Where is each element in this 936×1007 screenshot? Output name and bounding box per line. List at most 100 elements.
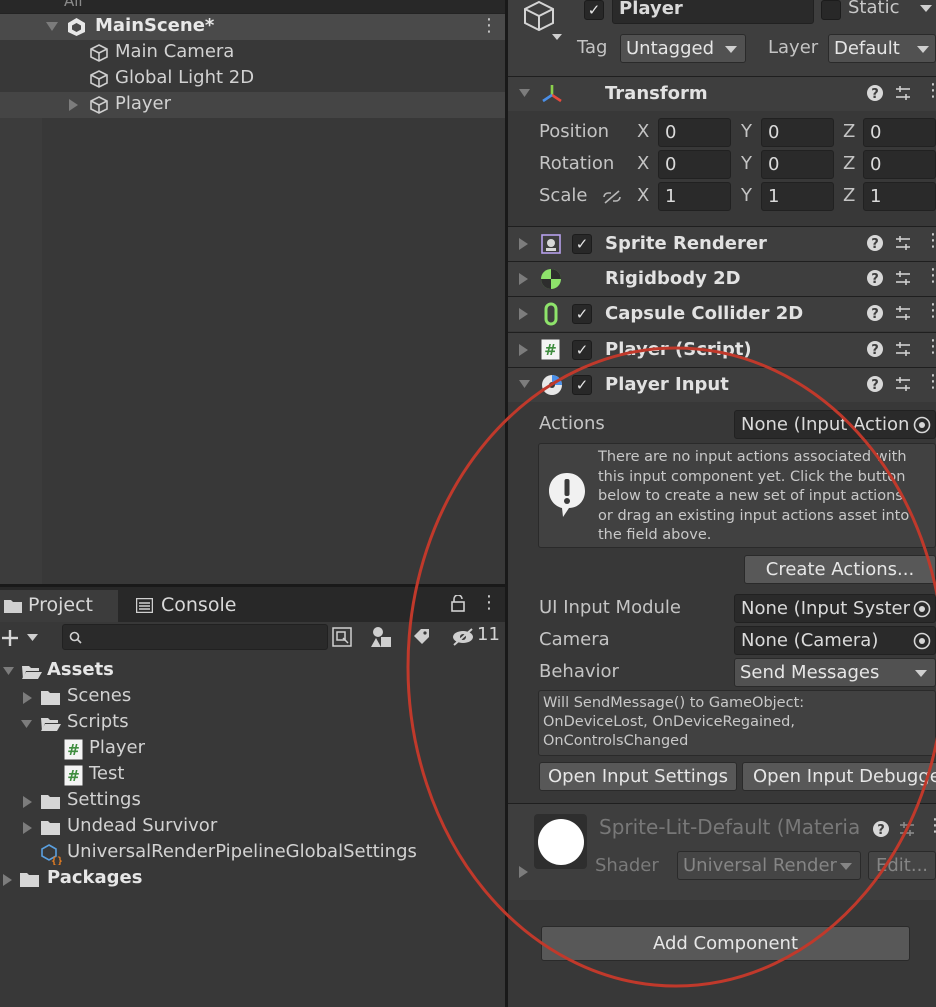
rotation-y-field[interactable]: 0: [761, 150, 834, 179]
expand-arrow-icon[interactable]: [23, 692, 32, 704]
collapse-arrow-icon[interactable]: [21, 720, 32, 729]
camera-value: None (Camera): [741, 630, 879, 651]
player-script-header[interactable]: # ✓ Player (Script) ? ⋮: [508, 332, 936, 367]
constrain-proportions-icon[interactable]: [601, 189, 623, 205]
shader-label: Shader: [595, 855, 659, 876]
object-name-field[interactable]: Player: [612, 0, 814, 24]
project-search-input[interactable]: [62, 624, 328, 650]
help-icon[interactable]: ?: [866, 84, 884, 102]
static-checkbox[interactable]: [821, 0, 841, 20]
position-label: Position: [539, 121, 610, 142]
presets-icon[interactable]: [894, 84, 912, 102]
expand-arrow-icon[interactable]: [69, 99, 79, 111]
lock-icon[interactable]: [451, 595, 465, 612]
component-enabled-checkbox[interactable]: ✓: [572, 340, 592, 360]
component-menu-icon[interactable]: ⋮: [924, 230, 936, 251]
hierarchy-scene-row[interactable]: MainScene* ⋮: [0, 14, 505, 40]
expand-arrow-icon[interactable]: [519, 238, 528, 250]
hierarchy-search-placeholder[interactable]: All: [64, 0, 83, 10]
open-input-settings-button[interactable]: Open Input Settings: [539, 762, 737, 791]
scene-menu-icon[interactable]: ⋮: [480, 15, 498, 36]
sprite-renderer-header[interactable]: ✓ Sprite Renderer ? ⋮: [508, 226, 936, 261]
component-menu-icon[interactable]: ⋮: [924, 336, 936, 357]
hidden-packages-eye-icon[interactable]: [451, 627, 475, 646]
help-icon[interactable]: ?: [866, 304, 884, 322]
expand-arrow-icon[interactable]: [519, 344, 528, 356]
actions-object-field[interactable]: None (Input Action: [734, 410, 936, 439]
component-menu-icon[interactable]: ⋮: [924, 265, 936, 286]
component-menu-icon[interactable]: ⋮: [924, 371, 936, 392]
icon-dropdown-arrow-icon[interactable]: [552, 34, 562, 41]
expand-arrow-icon[interactable]: [519, 866, 528, 878]
rotation-z-field[interactable]: 0: [863, 150, 936, 179]
collapse-arrow-icon[interactable]: [519, 89, 530, 98]
component-header-icons: ? ⋮: [846, 230, 936, 257]
create-plus-icon[interactable]: [1, 629, 19, 647]
position-y-field[interactable]: 0: [761, 118, 834, 147]
help-icon[interactable]: ?: [872, 820, 890, 838]
presets-icon[interactable]: [894, 340, 912, 358]
expand-arrow-icon[interactable]: [23, 822, 32, 834]
layer-dropdown[interactable]: Default: [828, 34, 936, 63]
position-z-field[interactable]: 0: [863, 118, 936, 147]
capsule-collider-2d-header[interactable]: ✓ Capsule Collider 2D ? ⋮: [508, 296, 936, 331]
project-item-label: Packages: [47, 867, 143, 888]
expand-arrow-icon[interactable]: [519, 273, 528, 285]
help-icon[interactable]: ?: [866, 340, 884, 358]
chevron-down-icon[interactable]: [920, 5, 932, 13]
presets-icon[interactable]: [894, 304, 912, 322]
rigidbody-2d-header[interactable]: Rigidbody 2D ? ⋮: [508, 261, 936, 296]
component-enabled-checkbox[interactable]: ✓: [572, 304, 592, 324]
presets-icon[interactable]: [894, 375, 912, 393]
scale-x-field[interactable]: 1: [658, 182, 731, 211]
expand-arrow-icon[interactable]: [3, 874, 12, 886]
hierarchy-item-player[interactable]: Player: [0, 92, 505, 118]
filter-by-type-icon[interactable]: [370, 626, 392, 648]
tab-console[interactable]: Console: [136, 590, 256, 622]
expand-arrow-icon[interactable]: [23, 796, 32, 808]
open-input-debugger-button[interactable]: Open Input Debugge: [742, 762, 936, 791]
collapse-arrow-icon[interactable]: [519, 380, 530, 389]
component-menu-icon[interactable]: ⋮: [926, 815, 936, 836]
position-x-field[interactable]: 0: [658, 118, 731, 147]
shader-edit-button[interactable]: Edit...: [868, 851, 936, 880]
player-input-header[interactable]: ✓ Player Input ? ⋮: [508, 367, 936, 402]
ui-input-module-field[interactable]: None (Input Syster: [734, 594, 936, 623]
object-picker-icon[interactable]: [913, 416, 931, 434]
create-actions-button[interactable]: Create Actions...: [744, 555, 936, 584]
tag-dropdown[interactable]: Untagged: [620, 34, 746, 63]
component-menu-icon[interactable]: ⋮: [924, 80, 936, 101]
component-menu-icon[interactable]: ⋮: [924, 300, 936, 321]
expand-arrow-icon[interactable]: [519, 308, 528, 320]
presets-icon[interactable]: [894, 234, 912, 252]
active-checkbox[interactable]: ✓: [584, 0, 604, 20]
help-icon[interactable]: ?: [866, 234, 884, 252]
collapse-arrow-icon[interactable]: [3, 667, 14, 676]
search-by-type-icon[interactable]: [331, 626, 353, 648]
rotation-x-field[interactable]: 0: [658, 150, 731, 179]
transform-header[interactable]: Transform ? ⋮: [508, 76, 936, 111]
object-picker-icon[interactable]: [913, 632, 931, 650]
object-picker-icon[interactable]: [913, 600, 931, 618]
shader-value: Universal Render: [683, 855, 837, 876]
project-menu-icon[interactable]: ⋮: [480, 592, 498, 613]
camera-field[interactable]: None (Camera): [734, 626, 936, 655]
hierarchy-item-global-light[interactable]: Global Light 2D: [0, 66, 505, 92]
presets-icon[interactable]: [898, 820, 916, 838]
label-tag-icon[interactable]: [413, 628, 430, 645]
scale-z-field[interactable]: 1: [863, 182, 936, 211]
help-icon[interactable]: ?: [866, 269, 884, 287]
presets-icon[interactable]: [894, 269, 912, 287]
add-component-button[interactable]: Add Component: [541, 926, 910, 961]
component-enabled-checkbox[interactable]: ✓: [572, 234, 592, 254]
behavior-dropdown[interactable]: Send Messages: [734, 658, 936, 687]
shader-dropdown[interactable]: Universal Render: [677, 851, 861, 880]
scale-y-field[interactable]: 1: [761, 182, 834, 211]
gameobject-icon: [90, 44, 108, 62]
component-enabled-checkbox[interactable]: ✓: [572, 375, 592, 395]
chevron-down-icon[interactable]: [27, 634, 38, 642]
hierarchy-item-main-camera[interactable]: Main Camera: [0, 40, 505, 66]
tab-project[interactable]: Project: [0, 590, 118, 622]
collapse-arrow-icon[interactable]: [46, 22, 58, 32]
help-icon[interactable]: ?: [866, 375, 884, 393]
